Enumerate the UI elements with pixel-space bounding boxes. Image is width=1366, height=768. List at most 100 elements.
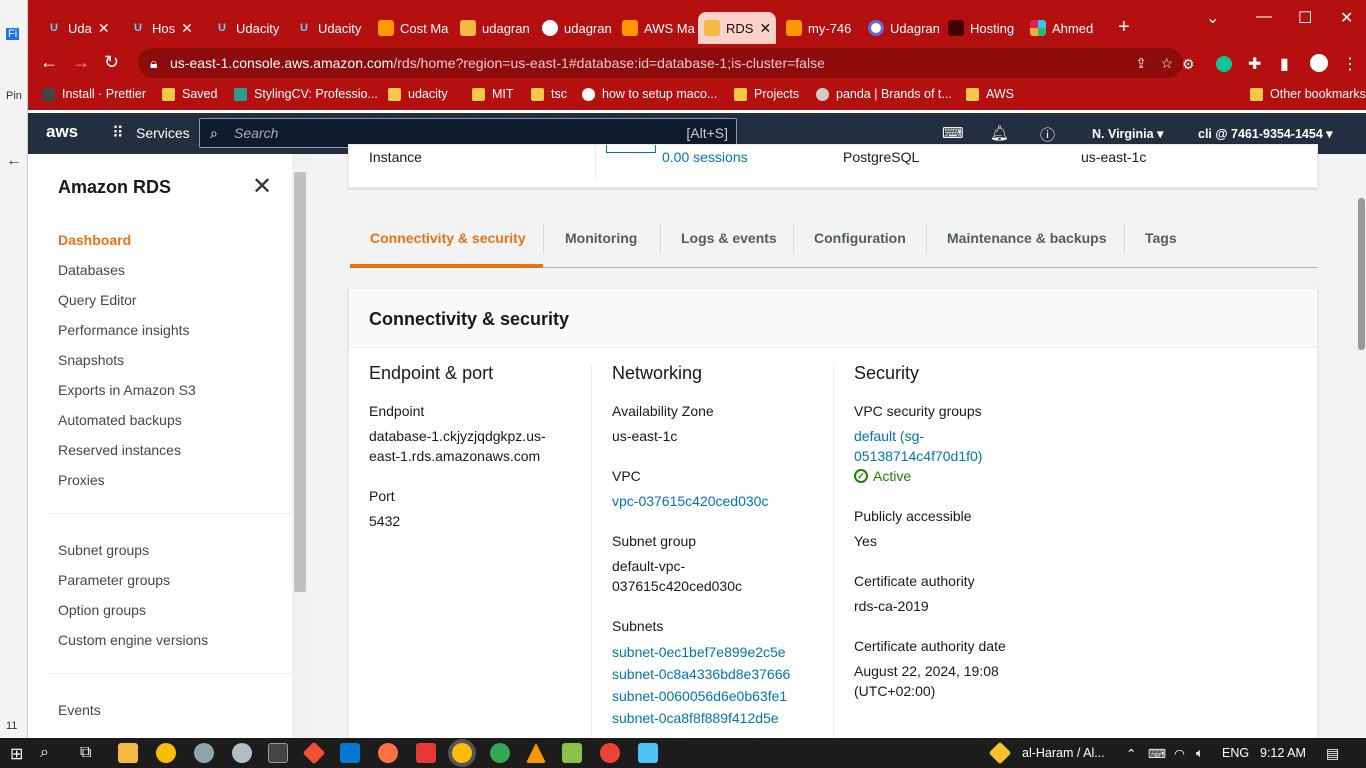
summary-sessions[interactable]: 0.00 sessions: [662, 149, 748, 165]
sidebar-item-exports[interactable]: Exports in Amazon S3: [58, 382, 196, 398]
sidebar-item-dashboard[interactable]: Dashboard: [58, 232, 131, 248]
browser-tab[interactable]: Hosting: [942, 12, 1022, 44]
subnet-link[interactable]: subnet-0ca8f8f889f412d5e: [612, 707, 832, 729]
close-window-icon[interactable]: ✕: [1340, 8, 1353, 28]
close-icon[interactable]: ✕: [759, 20, 771, 37]
tab-configuration[interactable]: Configuration: [814, 230, 906, 246]
bookmark[interactable]: Projects: [734, 87, 799, 101]
media-icon[interactable]: [988, 741, 1012, 765]
new-tab-icon[interactable]: +: [1118, 16, 1130, 39]
other-bookmarks[interactable]: Other bookmarks: [1250, 87, 1366, 101]
tab-logs-events[interactable]: Logs & events: [681, 230, 777, 246]
bookmark[interactable]: panda | Brands of t...: [816, 87, 952, 101]
sidebar-item-option-groups[interactable]: Option groups: [58, 602, 146, 618]
help-icon[interactable]: ⓘ: [1040, 124, 1055, 145]
bookmark[interactable]: tsc: [531, 87, 567, 101]
subnet-link[interactable]: subnet-0c8a4336bd8e37666: [612, 663, 832, 685]
browser-tab[interactable]: Udagran: [862, 12, 942, 44]
aws-logo[interactable]: aws: [46, 122, 78, 142]
tab-tags[interactable]: Tags: [1145, 230, 1177, 246]
wifi-icon[interactable]: ◠: [1174, 746, 1185, 761]
sg-link-line2[interactable]: 05138714c4f70d1f0): [854, 446, 1094, 466]
sidebar-item-query-editor[interactable]: Query Editor: [58, 292, 137, 308]
sidebar-item-events[interactable]: Events: [58, 702, 101, 718]
media-title[interactable]: al-Haram / Al...: [1022, 746, 1105, 760]
postman-icon[interactable]: [378, 743, 398, 763]
chrome-icon[interactable]: [600, 743, 620, 763]
vlc-icon[interactable]: [526, 743, 546, 763]
search-icon[interactable]: ⌕: [40, 744, 49, 762]
browser-tab[interactable]: U Udacity: [208, 12, 286, 44]
puzzle-icon[interactable]: ✚: [1248, 54, 1261, 74]
share-icon[interactable]: ⇪: [1135, 48, 1147, 78]
menu-icon[interactable]: ⋮: [1342, 54, 1358, 74]
browser-tab-active[interactable]: RDS ✕: [698, 12, 776, 44]
bookmark[interactable]: MIT: [472, 87, 514, 101]
browser-tab[interactable]: AWS Ma: [616, 12, 696, 44]
browser-tab[interactable]: Ahmed: [1024, 12, 1104, 44]
keyboard-icon[interactable]: ⌨: [1148, 746, 1166, 761]
clock[interactable]: 9:12 AM: [1260, 746, 1306, 760]
language-indicator[interactable]: ENG: [1222, 746, 1249, 760]
browser-tab[interactable]: U Hos ✕: [124, 12, 204, 44]
scrollbar-thumb[interactable]: [294, 172, 306, 592]
sidebar-item-performance-insights[interactable]: Performance insights: [58, 322, 190, 338]
photos-icon[interactable]: [638, 743, 658, 763]
grammarly-icon[interactable]: [1216, 56, 1232, 72]
cloudshell-icon[interactable]: ⌨: [942, 124, 964, 142]
close-icon[interactable]: ✕: [98, 20, 110, 37]
sidebar-item-databases[interactable]: Databases: [58, 262, 125, 278]
browser-tab[interactable]: Cost Ma: [372, 12, 452, 44]
subnet-link[interactable]: subnet-0060056d6e0b63fe1: [612, 685, 832, 707]
close-icon[interactable]: ✕: [252, 172, 272, 201]
scrollbar-thumb[interactable]: [1358, 198, 1365, 350]
region-selector[interactable]: N. Virginia ▾: [1092, 126, 1163, 141]
vscode-icon[interactable]: [340, 743, 360, 763]
address-bar[interactable]: 🔒︎ us-east-1.console.aws.amazon.com/rds/…: [138, 48, 1183, 78]
chevron-up-icon[interactable]: ⌃: [1126, 746, 1136, 761]
chrome-active-icon[interactable]: [452, 743, 472, 763]
sidebar-item-automated-backups[interactable]: Automated backups: [58, 412, 182, 428]
profile-avatar[interactable]: [1310, 54, 1328, 72]
bookmark[interactable]: Install · Prettier: [42, 87, 146, 101]
volume-icon[interactable]: 🔈︎: [1196, 746, 1204, 761]
chrome-icon[interactable]: [490, 743, 510, 763]
xampp-icon[interactable]: [416, 743, 436, 763]
sidebar-item-reserved-instances[interactable]: Reserved instances: [58, 442, 181, 458]
maximize-icon[interactable]: ☐: [1298, 8, 1312, 28]
vpc-link[interactable]: vpc-037615c420ced030c: [612, 491, 832, 511]
task-view-icon[interactable]: ⧉: [80, 744, 91, 762]
reload-icon[interactable]: ↻: [104, 52, 119, 73]
account-menu[interactable]: cli @ 7461-9354-1454 ▾: [1198, 126, 1333, 141]
minimize-icon[interactable]: —: [1256, 8, 1272, 26]
star-icon[interactable]: ☆: [1160, 48, 1173, 78]
notification-icon[interactable]: ▤: [1326, 745, 1339, 762]
bookmark[interactable]: udacity: [388, 87, 448, 101]
sidebar-item-snapshots[interactable]: Snapshots: [58, 352, 124, 368]
windows-start-icon[interactable]: ⊞: [10, 744, 23, 764]
file-explorer-icon[interactable]: [118, 743, 138, 763]
main-scrollbar[interactable]: [1356, 154, 1366, 738]
subnet-link[interactable]: subnet-0ec1bef7e899e2c5e: [612, 641, 832, 663]
close-icon[interactable]: ✕: [181, 20, 193, 37]
bell-icon[interactable]: 🔔︎: [990, 124, 1009, 142]
sidebar-item-subnet-groups[interactable]: Subnet groups: [58, 542, 149, 558]
app-icon[interactable]: [232, 743, 252, 763]
sg-link-line1[interactable]: default (sg-: [854, 426, 1094, 446]
browser-tab[interactable]: U Udacity: [290, 12, 368, 44]
browser-tab[interactable]: my-746: [780, 12, 860, 44]
bookmark[interactable]: StylingCV: Professio...: [234, 87, 378, 101]
browser-tab[interactable]: U Uda ✕: [40, 12, 120, 44]
app-icon[interactable]: [194, 743, 214, 763]
notepad-icon[interactable]: [562, 743, 582, 763]
browser-tab[interactable]: udagran: [454, 12, 532, 44]
extension-icon[interactable]: ⚙: [1182, 56, 1195, 73]
tab-search-icon[interactable]: ⌄: [1206, 8, 1219, 28]
terminal-icon[interactable]: [268, 743, 288, 763]
sidebar-item-parameter-groups[interactable]: Parameter groups: [58, 572, 170, 588]
services-menu[interactable]: Services: [136, 125, 190, 141]
sidebar-item-proxies[interactable]: Proxies: [58, 472, 105, 488]
sidebar-item-custom-engine-versions[interactable]: Custom engine versions: [58, 632, 208, 648]
bookmark[interactable]: how to setup maco...: [582, 87, 717, 101]
sidebar-icon[interactable]: ▮: [1280, 54, 1289, 74]
